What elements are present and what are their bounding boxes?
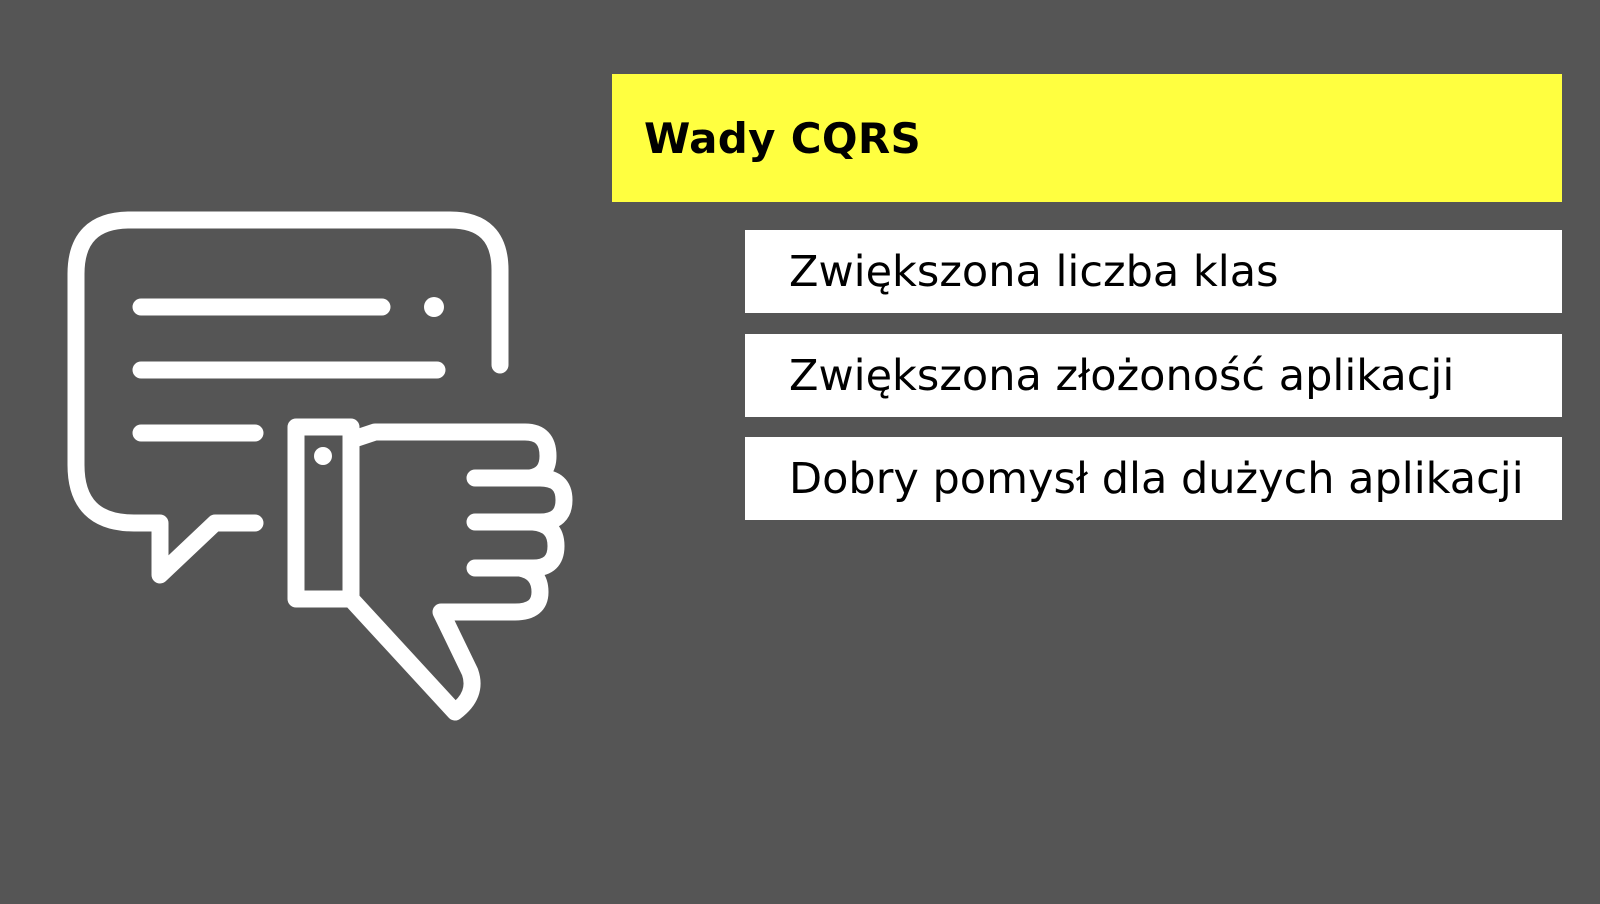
list-item: Dobry pomysł dla dużych aplikacji [745,437,1562,520]
list-item: Zwiększona liczba klas [745,230,1562,313]
list-item-label: Zwiększona złożoność aplikacji [789,350,1455,401]
title-banner: Wady CQRS [612,74,1562,202]
chat-bubble-thumbs-down-icon [0,0,600,900]
bubble-dot [424,297,444,317]
list-item-label: Zwiększona liczba klas [789,246,1279,297]
list-item: Zwiększona złożoność aplikacji [745,334,1562,417]
slide-title: Wady CQRS [644,113,922,163]
list-item-label: Dobry pomysł dla dużych aplikacji [789,453,1524,504]
cuff-button [314,447,332,465]
